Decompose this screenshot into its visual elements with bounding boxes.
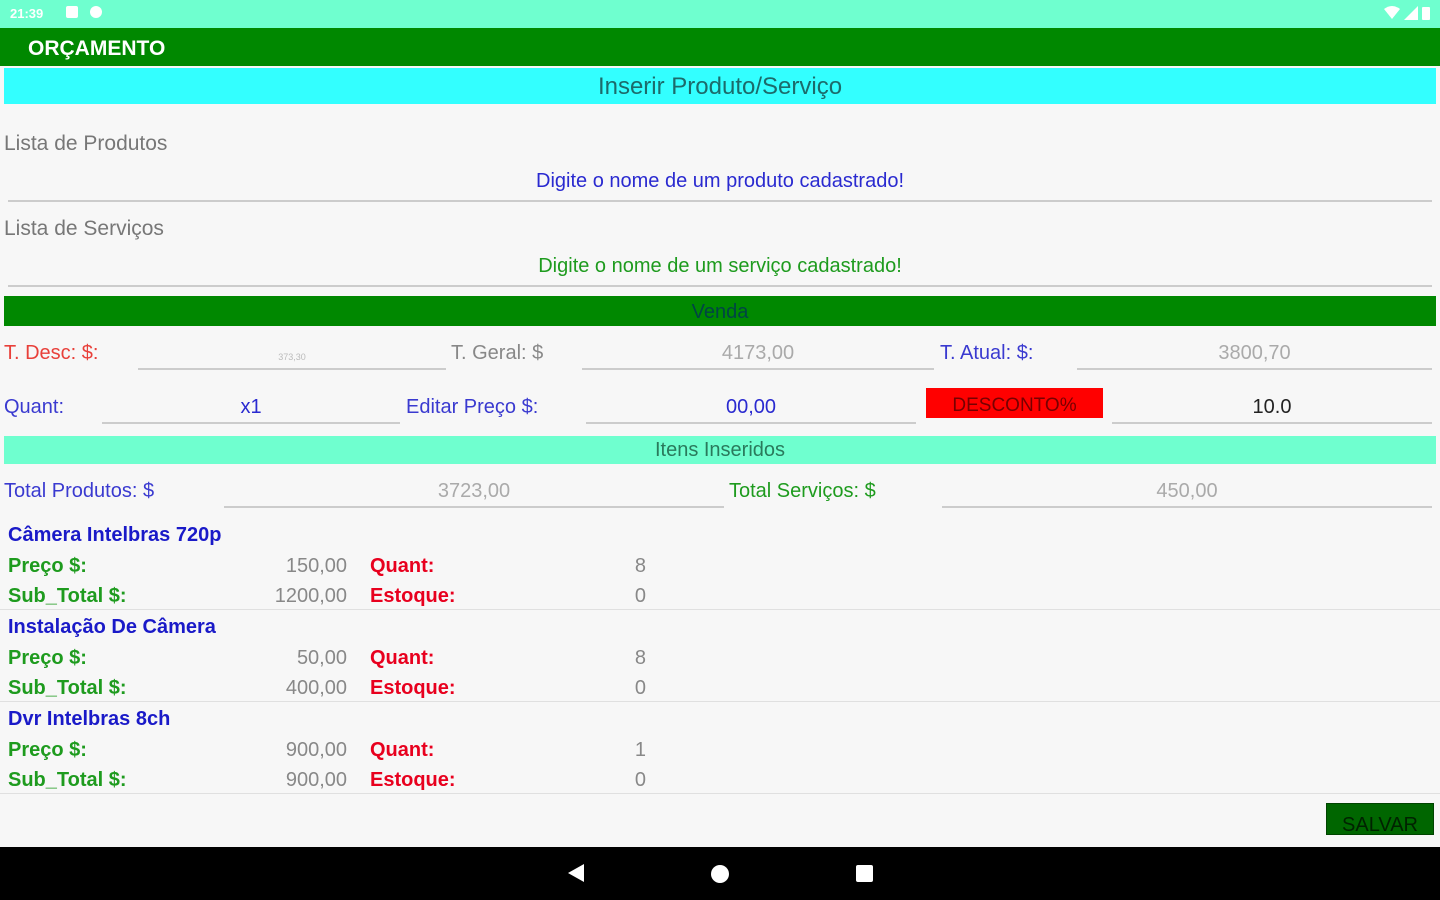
signal-icon [1404,6,1418,20]
service-search-input[interactable]: Digite o nome de um serviço cadastrado! [8,255,1432,287]
item-quant: 1 [634,739,646,761]
venda-section-title: Venda [4,296,1436,326]
item-preco: 50,00 [296,647,347,669]
total-produtos-label: Total Produtos: $ [4,480,155,502]
estoque-label: Estoque: [370,585,456,607]
status-icons [1384,6,1430,20]
item-subtotal: 1200,00 [274,585,347,607]
estoque-label: Estoque: [370,677,456,699]
total-servicos-value: 450,00 [942,480,1432,508]
estoque-label: Estoque: [370,769,456,791]
status-time: 21:39 [10,6,44,21]
item-name: Instalação De Câmera [8,616,216,638]
preco-label: Preço $: [8,647,87,669]
preco-label: Preço $: [8,555,87,577]
notification-icon [66,6,78,18]
quant-input[interactable]: x1 [102,396,400,424]
salvar-button[interactable]: SALVAR [1326,803,1434,835]
item-subtotal: 900,00 [285,769,347,791]
desconto-input[interactable]: 10.0 [1112,396,1432,424]
item-name: Dvr Intelbras 8ch [8,708,171,730]
products-list-label: Lista de Produtos [4,132,168,155]
t-atual-value: 3800,70 [1077,342,1432,370]
list-item[interactable]: Dvr Intelbras 8ch Preço $: 900,00 Quant:… [0,702,1440,794]
app-notification-icon [90,6,102,18]
services-list-label: Lista de Serviços [4,217,164,240]
quant-label: Quant: [370,647,435,669]
subtotal-label: Sub_Total $: [8,585,127,607]
quant-label: Quant: [370,739,435,761]
list-item[interactable]: Instalação De Câmera Preço $: 50,00 Quan… [0,610,1440,702]
app-title: ORÇAMENTO [28,37,166,60]
editar-preco-input[interactable]: 00,00 [586,396,916,424]
list-item[interactable]: Câmera Intelbras 720p Preço $: 150,00 Qu… [0,518,1440,610]
home-icon[interactable] [710,864,730,884]
subtotal-label: Sub_Total $: [8,769,127,791]
item-quant: 8 [634,555,646,577]
item-name: Câmera Intelbras 720p [8,524,222,546]
item-estoque: 0 [634,769,646,791]
total-produtos-value: 3723,00 [224,480,724,508]
t-desc-label: T. Desc: $: [4,342,99,364]
t-geral-label: T. Geral: $ [451,342,544,364]
itens-section-title: Itens Inseridos [4,436,1436,464]
items-list: Câmera Intelbras 720p Preço $: 150,00 Qu… [0,518,1440,794]
item-subtotal: 400,00 [285,677,347,699]
preco-label: Preço $: [8,739,87,761]
recents-icon[interactable] [855,864,875,884]
desconto-button[interactable]: DESCONTO% [926,388,1103,418]
wifi-icon [1384,6,1400,19]
back-icon[interactable] [566,863,586,883]
editar-preco-label: Editar Preço $: [406,396,539,418]
app-bar: ORÇAMENTO [0,28,1440,66]
t-desc-value: 373,30 [138,344,446,370]
subtotal-label: Sub_Total $: [8,677,127,699]
quant-label: Quant: [4,396,65,418]
product-search-input[interactable]: Digite o nome de um produto cadastrado! [8,170,1432,202]
item-estoque: 0 [634,677,646,699]
item-preco: 150,00 [285,555,347,577]
item-divider [0,793,1440,794]
navigation-bar [0,847,1440,900]
battery-icon [1422,7,1430,20]
item-quant: 8 [634,647,646,669]
total-servicos-label: Total Serviços: $ [729,480,876,502]
quant-label: Quant: [370,555,435,577]
item-preco: 900,00 [285,739,347,761]
item-estoque: 0 [634,585,646,607]
insert-section-title: Inserir Produto/Serviço [4,68,1436,104]
t-atual-label: T. Atual: $: [940,342,1034,364]
t-geral-value: 4173,00 [582,342,934,370]
status-bar: 21:39 [0,0,1440,28]
